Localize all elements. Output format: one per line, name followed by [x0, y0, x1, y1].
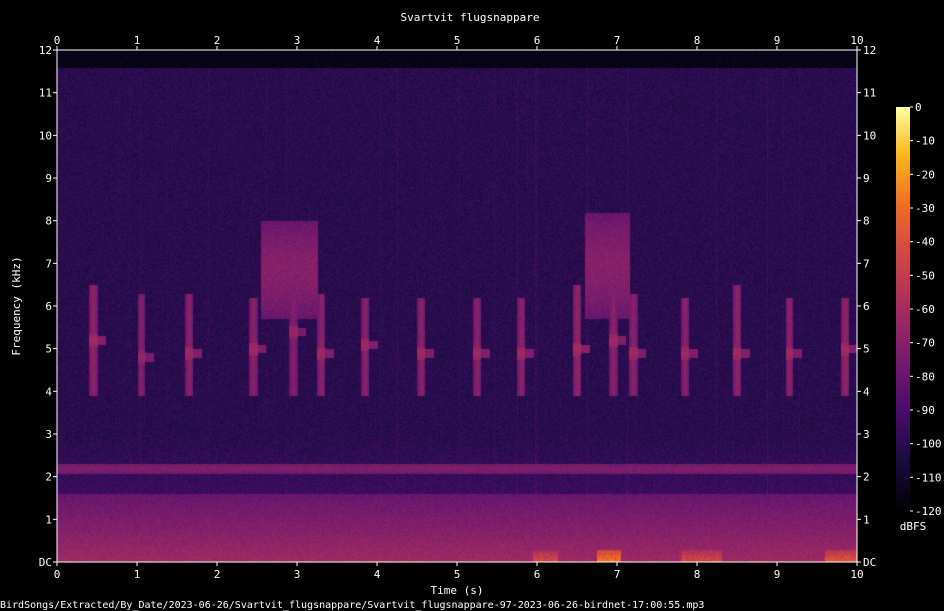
- x-tick-label: 5: [454, 568, 461, 581]
- colorbar-tick-label: -40: [915, 236, 935, 249]
- x-axis-top: 0 1 2 3 4 5 6 7 8 9 10: [54, 34, 864, 50]
- spectrogram-image: [57, 50, 857, 562]
- y-tick-label: 3: [45, 428, 52, 441]
- y-tick-label: 4: [45, 385, 52, 398]
- colorbar-label: dBFS: [900, 520, 927, 533]
- x-tick-label-top: 3: [294, 34, 301, 47]
- x-tick-label: 10: [850, 568, 863, 581]
- file-path-caption: BirdSongs/Extracted/By_Date/2023-06-26/S…: [0, 600, 704, 611]
- colorbar-tick-label: -60: [915, 303, 935, 316]
- colorbar-tick-label: -10: [915, 135, 935, 148]
- colorbar-tick-label: -90: [915, 404, 935, 417]
- x-tick-label: 4: [374, 568, 381, 581]
- colorbar-ticks: 0 -10 -20 -30 -40 -50 -60 -70 -80 -90 -100 -110 -120: [910, 101, 942, 518]
- y-tick-label: 11: [39, 87, 52, 100]
- y-axis-left: DC123456789101112: [39, 44, 57, 569]
- x-axis-bottom: 0 1 2 3 4 5 6 7 8 9 10: [54, 562, 864, 581]
- y-tick-label-right: 7: [863, 257, 870, 270]
- y-tick-label: 6: [45, 300, 52, 313]
- x-tick-label-top: 5: [454, 34, 461, 47]
- x-tick-label: 2: [214, 568, 221, 581]
- y-tick-label-right: DC: [863, 556, 876, 569]
- y-tick-label: 1: [45, 513, 52, 526]
- y-tick-label-right: 5: [863, 343, 870, 356]
- y-tick-label-right: 6: [863, 300, 870, 313]
- y-tick-label-right: 9: [863, 172, 870, 185]
- y-tick-label-right: 1: [863, 513, 870, 526]
- x-tick-label-top: 4: [374, 34, 381, 47]
- y-tick-label-right: 8: [863, 215, 870, 228]
- x-tick-label-top: 6: [534, 34, 541, 47]
- chart-title: Svartvit flugsnappare: [400, 11, 539, 24]
- y-tick-label-right: 3: [863, 428, 870, 441]
- x-tick-label: 0: [54, 568, 61, 581]
- y-tick-label-right: 12: [863, 44, 876, 57]
- y-tick-label-right: 10: [863, 129, 876, 142]
- x-tick-label-top: 10: [850, 34, 863, 47]
- x-tick-label: 1: [134, 568, 141, 581]
- colorbar-tick-label: -30: [915, 202, 935, 215]
- y-tick-label: 9: [45, 172, 52, 185]
- colorbar-tick-label: -120: [915, 505, 942, 518]
- colorbar-tick-label: -110: [915, 471, 942, 484]
- y-tick-label: 7: [45, 257, 52, 270]
- x-tick-label-top: 9: [774, 34, 781, 47]
- colorbar-tick-label: 0: [915, 101, 922, 114]
- y-tick-label: 12: [39, 44, 52, 57]
- y-tick-label: DC: [39, 556, 52, 569]
- x-tick-label-top: 0: [54, 34, 61, 47]
- colorbar-tick-label: -100: [915, 438, 942, 451]
- colorbar-tick-label: -50: [915, 269, 935, 282]
- colorbar-gradient: [896, 107, 910, 511]
- x-tick-label: 7: [614, 568, 621, 581]
- y-axis-right: DC123456789101112: [857, 44, 876, 569]
- y-tick-label: 8: [45, 215, 52, 228]
- x-tick-label: 3: [294, 568, 301, 581]
- x-tick-label-top: 2: [214, 34, 221, 47]
- y-axis-label: Frequency (kHz): [10, 256, 23, 355]
- x-tick-label-top: 1: [134, 34, 141, 47]
- y-tick-label: 10: [39, 129, 52, 142]
- y-tick-label: 5: [45, 343, 52, 356]
- x-tick-label: 6: [534, 568, 541, 581]
- spectrogram-figure: Svartvit flugsnappare 0 1 2 3 4 5 6 7 8 9 10 01234…: [0, 11, 942, 611]
- x-tick-label: 8: [694, 568, 701, 581]
- colorbar-tick-label: -80: [915, 370, 935, 383]
- x-tick-label-top: 7: [614, 34, 621, 47]
- y-tick-label-right: 11: [863, 87, 876, 100]
- x-tick-label-top: 8: [694, 34, 701, 47]
- y-tick-label-right: 2: [863, 471, 870, 484]
- colorbar-tick-label: -20: [915, 168, 935, 181]
- plot-area: [56, 49, 858, 563]
- y-tick-label-right: 4: [863, 385, 870, 398]
- x-axis-label: Time (s): [431, 584, 484, 597]
- colorbar: 0 -10 -20 -30 -40 -50 -60 -70 -80 -90 -100 -110 -120…: [896, 101, 942, 533]
- x-tick-label: 9: [774, 568, 781, 581]
- colorbar-tick-label: -70: [915, 337, 935, 350]
- y-tick-label: 2: [45, 471, 52, 484]
